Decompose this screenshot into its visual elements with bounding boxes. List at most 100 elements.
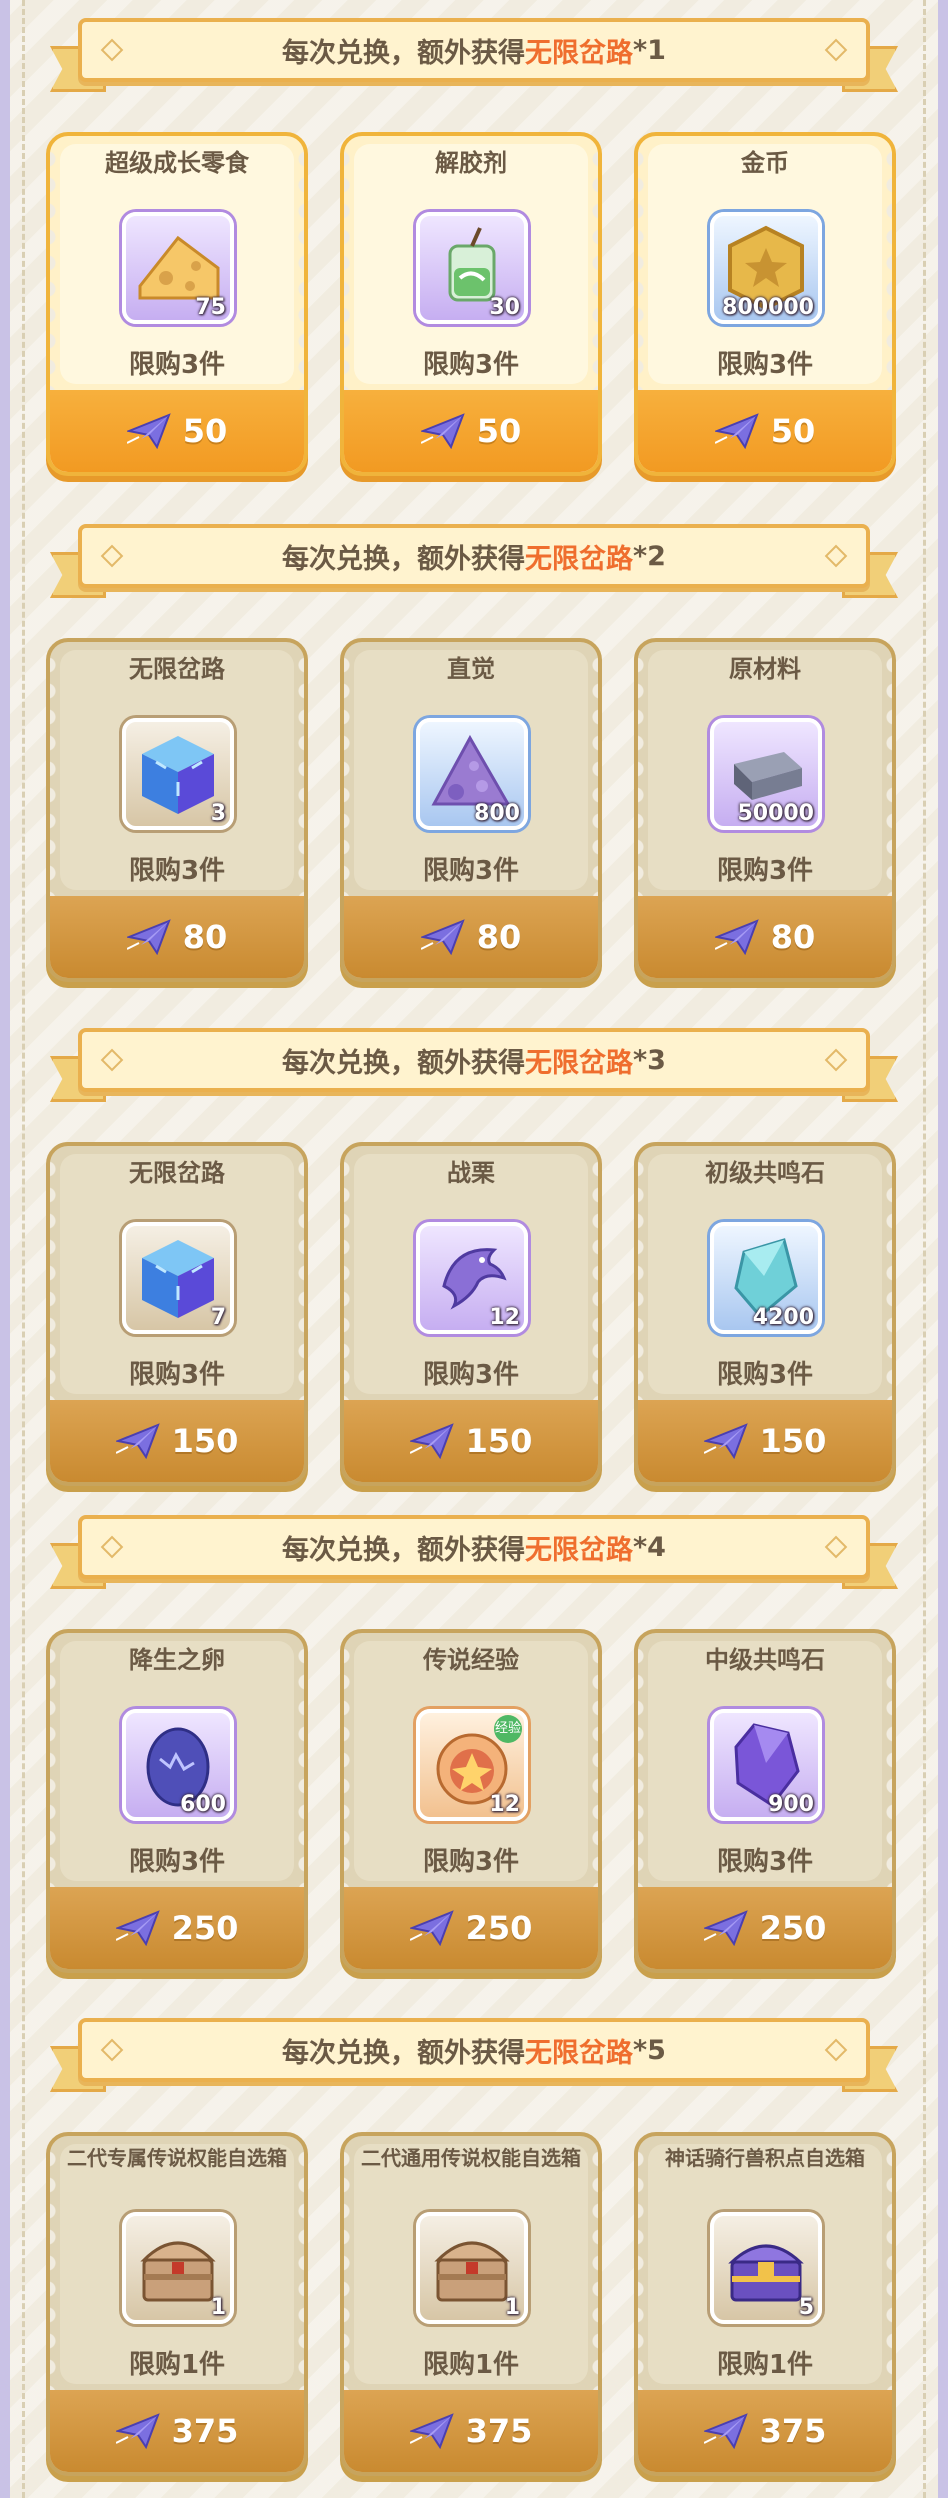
- left-dashed-border: [22, 0, 25, 2498]
- item-name: 直觉: [447, 655, 495, 683]
- item-icon-frame[interactable]: 75: [122, 212, 234, 324]
- item-icon-frame[interactable]: 5: [710, 2212, 822, 2324]
- purchase-limit: 限购3件: [716, 856, 814, 886]
- paper-plane-icon: [126, 413, 171, 449]
- shop-item-card[interactable]: 战栗 12 限购3件 150: [340, 1142, 602, 1486]
- shop-item-card[interactable]: 直觉 800 限购3件 80: [340, 638, 602, 982]
- shop-item-card[interactable]: 原材料 50000 限购3件 80: [634, 638, 896, 982]
- item-icon-frame[interactable]: 800: [416, 718, 528, 830]
- card-frame: 传说经验 经验 12 限购3件 250: [340, 1629, 602, 1973]
- item-icon-frame[interactable]: 经验 12: [416, 1709, 528, 1821]
- item-price: 250: [171, 1909, 239, 1947]
- item-icon-frame[interactable]: 7: [122, 1222, 234, 1334]
- banner-highlight: 无限岔路: [525, 1534, 634, 1566]
- item-icon-frame[interactable]: 600: [122, 1709, 234, 1821]
- item-icon-frame[interactable]: 12: [416, 1222, 528, 1334]
- card-frame: 初级共鸣石 4200 限购3件 150: [634, 1142, 896, 1486]
- banner-highlight: 无限岔路: [525, 37, 634, 69]
- shop-item-card[interactable]: 超级成长零食 75 限购3件 50: [46, 132, 308, 476]
- buy-button[interactable]: 80: [50, 896, 304, 978]
- item-icon-frame[interactable]: 1: [416, 2212, 528, 2324]
- item-quantity: 3: [210, 801, 226, 826]
- buy-button[interactable]: 250: [50, 1887, 304, 1969]
- item-quantity: 75: [195, 295, 226, 320]
- banner-highlight: 无限岔路: [525, 1047, 634, 1079]
- card-frame: 无限岔路 3 限购3件 80: [46, 638, 308, 982]
- item-price: 80: [770, 918, 816, 956]
- diamond-ornament-icon: [824, 2038, 848, 2062]
- buy-button[interactable]: 50: [50, 390, 304, 472]
- item-price: 250: [759, 1909, 827, 1947]
- item-price: 375: [759, 2412, 827, 2450]
- paper-plane-icon: [409, 1423, 454, 1459]
- buy-button[interactable]: 50: [638, 390, 892, 472]
- diamond-ornament-icon: [100, 1048, 124, 1072]
- item-name: 解胶剂: [435, 149, 507, 177]
- item-icon-frame[interactable]: 3: [122, 718, 234, 830]
- shop-item-card[interactable]: 降生之卵 600 限购3件 250: [46, 1629, 308, 1973]
- item-quantity: 900: [768, 1792, 814, 1817]
- paper-plane-icon: [409, 1910, 454, 1946]
- item-name: 无限岔路: [129, 655, 225, 683]
- card-frame: 二代通用传说权能自选箱 1 限购1件 375: [340, 2132, 602, 2476]
- banner-multiplier: *4: [633, 1531, 666, 1563]
- item-name: 金币: [741, 149, 789, 177]
- item-icon-frame[interactable]: 50000: [710, 718, 822, 830]
- item-icon-frame[interactable]: 800000: [710, 212, 822, 324]
- shop-item-card[interactable]: 无限岔路 7 限购3件 150: [46, 1142, 308, 1486]
- buy-button[interactable]: 250: [638, 1887, 892, 1969]
- right-edge: [938, 0, 948, 2498]
- item-icon-frame[interactable]: 1: [122, 2212, 234, 2324]
- purchase-limit: 限购3件: [128, 350, 226, 380]
- buy-button[interactable]: 375: [638, 2390, 892, 2472]
- diamond-ornament-icon: [100, 1535, 124, 1559]
- buy-button[interactable]: 375: [50, 2390, 304, 2472]
- item-name: 战栗: [447, 1159, 495, 1187]
- item-price: 80: [476, 918, 522, 956]
- item-quantity: 800: [474, 801, 520, 826]
- exp-badge: 经验: [494, 1715, 522, 1743]
- shop-item-card[interactable]: 金币 800000 限购3件 50: [634, 132, 896, 476]
- banner-prefix: 每次兑换，额外获得: [282, 2037, 526, 2069]
- item-quantity: 50000: [737, 801, 814, 826]
- buy-button[interactable]: 150: [638, 1400, 892, 1482]
- shop-item-card[interactable]: 解胶剂 30 限购3件 50: [340, 132, 602, 476]
- diamond-ornament-icon: [824, 1535, 848, 1559]
- buy-button[interactable]: 150: [344, 1400, 598, 1482]
- shop-item-card[interactable]: 二代通用传说权能自选箱 1 限购1件 375: [340, 2132, 602, 2476]
- shop-item-card[interactable]: 中级共鸣石 900 限购3件 250: [634, 1629, 896, 1973]
- buy-button[interactable]: 375: [344, 2390, 598, 2472]
- banner-multiplier: *3: [633, 1044, 666, 1076]
- card-frame: 超级成长零食 75 限购3件 50: [46, 132, 308, 476]
- left-edge: [0, 0, 10, 2498]
- shop-item-card[interactable]: 二代专属传说权能自选箱 1 限购1件 375: [46, 2132, 308, 2476]
- paper-plane-icon: [714, 413, 759, 449]
- card-frame: 原材料 50000 限购3件 80: [634, 638, 896, 982]
- purchase-limit: 限购3件: [716, 350, 814, 380]
- purchase-limit: 限购3件: [422, 1360, 520, 1390]
- tier-banner: 每次兑换，额外获得 无限岔路 *3: [50, 1018, 898, 1104]
- tier-banner: 每次兑换，额外获得 无限岔路 *1: [50, 8, 898, 94]
- shop-item-card[interactable]: 初级共鸣石 4200 限购3件 150: [634, 1142, 896, 1486]
- purchase-limit: 限购3件: [716, 1847, 814, 1877]
- card-frame: 降生之卵 600 限购3件 250: [46, 1629, 308, 1973]
- buy-button[interactable]: 80: [638, 896, 892, 978]
- item-quantity: 12: [489, 1792, 520, 1817]
- shop-item-card[interactable]: 神话骑行兽积点自选箱 5 限购1件 375: [634, 2132, 896, 2476]
- paper-plane-icon: [714, 919, 759, 955]
- item-icon-frame[interactable]: 30: [416, 212, 528, 324]
- item-icon-frame[interactable]: 900: [710, 1709, 822, 1821]
- shop-item-card[interactable]: 无限岔路 3 限购3件 80: [46, 638, 308, 982]
- buy-button[interactable]: 80: [344, 896, 598, 978]
- shop-item-card[interactable]: 传说经验 经验 12 限购3件 250: [340, 1629, 602, 1973]
- banner-prefix: 每次兑换，额外获得: [282, 37, 526, 69]
- item-icon-frame[interactable]: 4200: [710, 1222, 822, 1334]
- buy-button[interactable]: 150: [50, 1400, 304, 1482]
- banner-text: 每次兑换，额外获得 无限岔路 *4: [78, 1515, 870, 1579]
- paper-plane-icon: [703, 2413, 748, 2449]
- item-quantity: 1: [210, 2295, 226, 2320]
- buy-button[interactable]: 250: [344, 1887, 598, 1969]
- banner-text: 每次兑换，额外获得 无限岔路 *2: [78, 524, 870, 588]
- paper-plane-icon: [703, 1423, 748, 1459]
- buy-button[interactable]: 50: [344, 390, 598, 472]
